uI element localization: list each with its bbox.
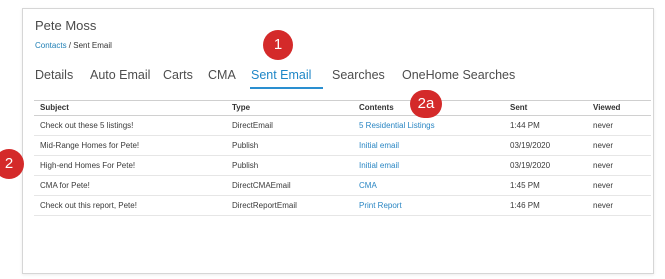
- table-row[interactable]: High-end Homes For Pete! Publish Initial…: [34, 156, 651, 176]
- type-cell: DirectEmail: [232, 121, 273, 130]
- subject-cell: CMA for Pete!: [40, 181, 90, 190]
- active-tab-indicator: [250, 87, 323, 89]
- sent-email-table: Subject Type Contents Sent Viewed Check …: [34, 100, 651, 216]
- sent-cell: 03/19/2020: [510, 141, 551, 150]
- callout-badge-2: 2: [0, 149, 24, 179]
- tab-auto-email[interactable]: Auto Email: [90, 68, 150, 82]
- table-row[interactable]: Check out these 5 listings! DirectEmail …: [34, 116, 651, 136]
- viewed-cell: never: [593, 181, 614, 190]
- tab-onehome-searches[interactable]: OneHome Searches: [402, 68, 515, 82]
- type-cell: Publish: [232, 161, 259, 170]
- contents-link[interactable]: Initial email: [359, 156, 399, 175]
- viewed-cell: never: [593, 161, 614, 170]
- subject-cell: Check out these 5 listings!: [40, 121, 134, 130]
- subject-cell: Mid-Range Homes for Pete!: [40, 141, 140, 150]
- sent-cell: 1:44 PM: [510, 121, 540, 130]
- contents-link[interactable]: Initial email: [359, 136, 399, 155]
- column-header-viewed[interactable]: Viewed: [593, 101, 620, 115]
- table-row[interactable]: CMA for Pete! DirectCMAEmail CMA 1:45 PM…: [34, 176, 651, 196]
- tab-carts[interactable]: Carts: [163, 68, 193, 82]
- subject-cell: High-end Homes For Pete!: [40, 161, 136, 170]
- type-cell: DirectCMAEmail: [232, 181, 291, 190]
- viewed-cell: never: [593, 201, 614, 210]
- subject-cell: Check out this report, Pete!: [40, 201, 137, 210]
- breadcrumb-contacts-link[interactable]: Contacts: [35, 41, 67, 50]
- viewed-cell: never: [593, 121, 614, 130]
- type-cell: Publish: [232, 141, 259, 150]
- table-header-row: Subject Type Contents Sent Viewed: [34, 101, 651, 116]
- sent-cell: 1:45 PM: [510, 181, 540, 190]
- contents-link[interactable]: Print Report: [359, 196, 402, 215]
- table-row[interactable]: Check out this report, Pete! DirectRepor…: [34, 196, 651, 216]
- column-header-contents[interactable]: Contents: [359, 101, 394, 115]
- tab-searches[interactable]: Searches: [332, 68, 385, 82]
- tab-details[interactable]: Details: [35, 68, 73, 82]
- tab-cma[interactable]: CMA: [208, 68, 236, 82]
- contents-link[interactable]: 5 Residential Listings: [359, 116, 435, 135]
- contact-name: Pete Moss: [35, 18, 97, 33]
- viewed-cell: never: [593, 141, 614, 150]
- contents-link[interactable]: CMA: [359, 176, 377, 195]
- column-header-type[interactable]: Type: [232, 101, 250, 115]
- tab-bar: Details Auto Email Carts CMA Sent Email …: [23, 68, 653, 90]
- sent-cell: 03/19/2020: [510, 161, 551, 170]
- type-cell: DirectReportEmail: [232, 201, 297, 210]
- contact-panel: Pete Moss Contacts / Sent Email Details …: [22, 8, 654, 274]
- column-header-subject[interactable]: Subject: [40, 101, 69, 115]
- sent-cell: 1:46 PM: [510, 201, 540, 210]
- breadcrumb: Contacts / Sent Email: [35, 41, 112, 50]
- callout-badge-2a: 2a: [410, 90, 442, 118]
- tab-sent-email[interactable]: Sent Email: [251, 68, 311, 82]
- callout-badge-1: 1: [263, 30, 293, 60]
- table-row[interactable]: Mid-Range Homes for Pete! Publish Initia…: [34, 136, 651, 156]
- column-header-sent[interactable]: Sent: [510, 101, 527, 115]
- breadcrumb-current: Sent Email: [73, 41, 112, 50]
